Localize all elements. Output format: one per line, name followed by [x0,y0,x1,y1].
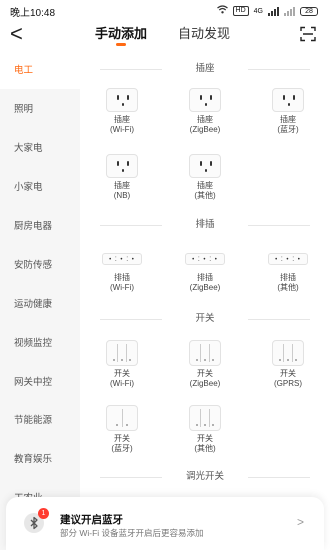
device-strip-other[interactable]: • ⁚ • ⁚ • 排插 (其他) [258,253,318,293]
sidebar-item-video-monitor[interactable]: 视频监控 [0,322,80,361]
sidebar-item-electrician[interactable]: 电工 [0,50,80,89]
divider [248,319,310,320]
scan-icon[interactable] [300,26,316,42]
divider [248,225,310,226]
divider [248,477,310,478]
device-socket-bluetooth[interactable]: 插座 (蓝牙) [258,88,318,135]
sidebar-item-small-appliance[interactable]: 小家电 [0,167,80,206]
section-header-dimmer: 调光开关 [96,470,314,484]
device-switch-gprs[interactable]: 开关 (GPRS) [258,340,318,389]
signal-2-icon [284,6,295,16]
device-socket-other[interactable]: 插座 (其他) [175,154,235,201]
wall-switch-icon [189,340,221,366]
status-time: 晚上10:48 [10,7,56,19]
wall-switch-icon [106,405,138,431]
device-strip-wifi[interactable]: • ⁚ • ⁚ • 排插 (Wi-Fi) [92,253,152,293]
sidebar-item-gateway[interactable]: 网关中控 [0,361,80,400]
device-socket-zigbee[interactable]: 插座 (ZigBee) [175,88,235,135]
device-switch-zigbee[interactable]: 开关 (ZigBee) [175,340,235,389]
device-list: 插座 插座 (Wi-Fi) 插座 (ZigBee) 插座 (蓝牙) 插座 (NB) 插座… [80,50,330,550]
section-header-switch: 开关 [96,312,314,326]
signal-icon [268,6,279,16]
device-strip-zigbee[interactable]: • ⁚ • ⁚ • 排插 (ZigBee) [175,253,235,293]
device-switch-other[interactable]: 开关 (其他) [175,405,235,454]
sidebar-item-lighting[interactable]: 照明 [0,89,80,128]
tab-auto-discover[interactable]: 自动发现 [178,26,230,42]
sidebar-item-kitchen[interactable]: 厨房电器 [0,206,80,245]
hd-icon: HD [232,6,249,16]
device-socket-wifi[interactable]: 插座 (Wi-Fi) [92,88,152,135]
socket-icon [189,88,221,112]
wall-switch-icon [272,340,304,366]
tab-active-indicator [116,43,126,46]
sidebar-item-energy[interactable]: 节能能源 [0,400,80,439]
banner-subtitle: 部分 Wi-Fi 设备蓝牙开启后更容易添加 [60,528,204,538]
socket-icon [106,88,138,112]
status-icons: HD 4G 28 [216,5,318,17]
sidebar-item-sports-health[interactable]: 运动健康 [0,283,80,322]
power-strip-icon: • ⁚ • ⁚ • [102,253,142,265]
network-type: 4G [253,7,263,15]
section-header-power-strip: 排插 [96,218,314,232]
wall-switch-icon [189,405,221,431]
socket-icon [106,154,138,178]
banner-title: 建议开启蓝牙 [60,514,123,526]
back-button[interactable]: < [10,23,23,45]
sidebar-item-security-sensor[interactable]: 安防传感 [0,244,80,283]
wifi-icon [216,5,228,17]
socket-icon [272,88,304,112]
device-switch-bluetooth[interactable]: 开关 (蓝牙) [92,405,152,454]
nav-bar: < 手动添加 自动发现 [0,22,330,48]
socket-icon [189,154,221,178]
bluetooth-banner[interactable]: 1 建议开启蓝牙 部分 Wi-Fi 设备蓝牙开启后更容易添加 > [6,497,324,550]
tab-manual-add[interactable]: 手动添加 [95,26,147,42]
sidebar-item-education[interactable]: 教育娱乐 [0,439,80,478]
section-header-socket: 插座 [96,62,314,76]
category-sidebar: 电工 照明 大家电 小家电 厨房电器 安防传感 运动健康 视频监控 网关中控 节… [0,50,80,550]
device-socket-nb[interactable]: 插座 (NB) [92,154,152,201]
divider [248,69,310,70]
notification-badge: 1 [38,508,49,519]
power-strip-icon: • ⁚ • ⁚ • [185,253,225,265]
status-bar: 晚上10:48 HD 4G 28 [0,0,330,22]
sidebar-item-large-appliance[interactable]: 大家电 [0,128,80,167]
wall-switch-icon [106,340,138,366]
battery-icon: 28 [300,6,318,16]
power-strip-icon: • ⁚ • ⁚ • [268,253,308,265]
chevron-right-icon: > [296,515,304,529]
device-switch-wifi[interactable]: 开关 (Wi-Fi) [92,340,152,389]
